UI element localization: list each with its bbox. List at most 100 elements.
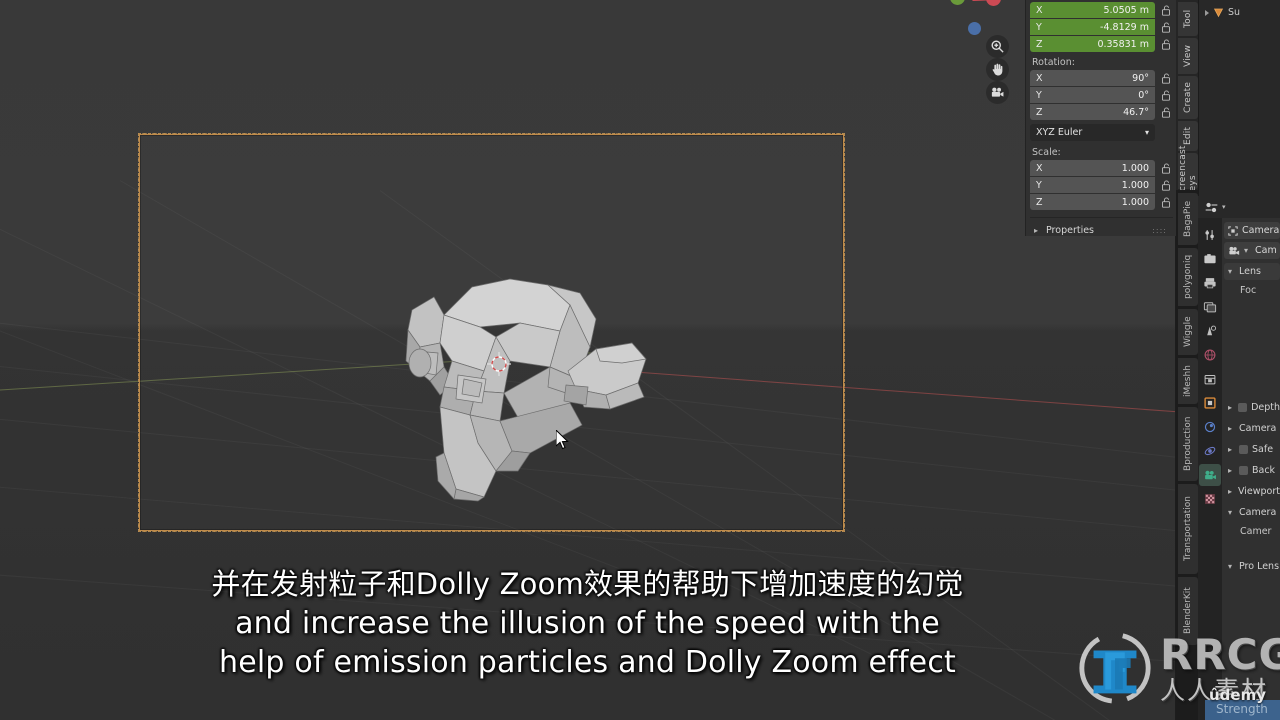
scale-row-y[interactable]: Y 1.000 — [1030, 177, 1173, 193]
sidebar-item-view[interactable]: View — [1178, 38, 1198, 74]
lock-open-icon[interactable] — [1158, 89, 1173, 101]
disclosure-triangle-icon[interactable] — [1205, 9, 1209, 16]
lock-open-icon[interactable] — [1158, 106, 1173, 118]
sidebar-item-tool[interactable]: Tool — [1178, 2, 1198, 36]
rotation-y-field[interactable]: Y 0° — [1030, 87, 1155, 103]
location-z-field[interactable]: Z 0.35831 m — [1030, 36, 1155, 52]
lock-open-icon[interactable] — [1158, 179, 1173, 191]
addon-tab-transportation[interactable]: Transportation — [1178, 484, 1198, 574]
output-tab[interactable] — [1199, 272, 1221, 294]
scale-fields[interactable]: X 1.000 Y 1.000 Z 1.000 — [1030, 160, 1173, 211]
location-row-y[interactable]: Y -4.8129 m — [1030, 19, 1173, 35]
rotation-z-field[interactable]: Z 46.7° — [1030, 104, 1155, 120]
rotation-row-y[interactable]: Y 0° — [1030, 87, 1173, 103]
section-safe-areas[interactable]: ▸ Safe — [1224, 441, 1280, 458]
view-layer-tab[interactable] — [1199, 296, 1221, 318]
gizmo-ball-y[interactable] — [950, 0, 965, 5]
depth-of-field-checkbox[interactable] — [1238, 403, 1248, 412]
tool-tab[interactable] — [1199, 224, 1221, 246]
scale-y-field[interactable]: Y 1.000 — [1030, 177, 1155, 193]
section-depth-of-field[interactable]: ▸ Depth — [1224, 399, 1280, 416]
lock-open-icon[interactable] — [1158, 21, 1173, 33]
object-data-tab[interactable] — [1199, 464, 1221, 486]
world-tab[interactable] — [1199, 344, 1221, 366]
camera-view-button[interactable] — [986, 81, 1009, 104]
rotation-x-field[interactable]: X 90° — [1030, 70, 1155, 86]
chevron-down-icon[interactable]: ▾ — [1244, 246, 1251, 255]
gizmo-ball-x[interactable] — [986, 0, 1001, 6]
chevron-right-icon: ▸ — [1034, 226, 1039, 235]
sidebar-item-screencast-keys[interactable]: Screencast Keys — [1178, 145, 1198, 197]
addon-tab-wiggle[interactable]: Wiggle — [1178, 309, 1198, 355]
addon-tab-bproduction[interactable]: Bproduction — [1178, 407, 1198, 481]
background-images-checkbox[interactable] — [1239, 466, 1248, 475]
addon-tab-polygoniq[interactable]: polygoniq — [1178, 248, 1198, 306]
texture-tab[interactable] — [1199, 488, 1221, 510]
lens-content-spacer — [1224, 299, 1280, 395]
addon-tab-bagapie[interactable]: BagaPie — [1178, 193, 1198, 245]
section-camera-2[interactable]: ▾ Camera — [1224, 504, 1280, 521]
lock-open-icon[interactable] — [1158, 196, 1173, 208]
addon-tab-imeshh[interactable]: iMeshh — [1178, 358, 1198, 404]
rotation-z-value: 46.7° — [1123, 106, 1149, 118]
chevron-right-icon: ▸ — [1228, 424, 1233, 433]
section-viewport-display[interactable]: ▸ Viewport — [1224, 483, 1280, 500]
lock-open-icon[interactable] — [1158, 38, 1173, 50]
editor-type-icon[interactable] — [1204, 201, 1219, 214]
camera-content-spacer — [1224, 540, 1280, 554]
mouse-pointer-icon — [555, 428, 570, 450]
breadcrumb-object-row[interactable]: Camera — [1224, 222, 1280, 239]
modifiers-tab[interactable] — [1199, 416, 1221, 438]
section-background-images[interactable]: ▸ Back — [1224, 462, 1280, 479]
rotation-mode-dropdown[interactable]: XYZ Euler ▾ — [1030, 124, 1155, 141]
zoom-button[interactable] — [986, 35, 1009, 58]
object-camera-icon — [1228, 225, 1238, 236]
object-tab[interactable] — [1199, 392, 1221, 414]
scale-y-value: 1.000 — [1121, 179, 1149, 191]
hand-icon — [992, 63, 1003, 76]
rotation-fields[interactable]: X 90° Y 0° Z 46.7° — [1030, 70, 1173, 121]
sidebar-item-create[interactable]: Create — [1178, 76, 1198, 119]
rotation-row-x[interactable]: X 90° — [1030, 70, 1173, 86]
location-row-z[interactable]: Z 0.35831 m — [1030, 36, 1173, 52]
lock-open-icon[interactable] — [1158, 162, 1173, 174]
sidebar-tab-strip[interactable]: Tool View Create Edit Screencast Keys — [1176, 0, 1198, 197]
outliner-row-suzanne[interactable]: Su — [1199, 4, 1280, 21]
scale-group-label: Scale: — [1032, 147, 1061, 158]
rotation-row-z[interactable]: Z 46.7° — [1030, 104, 1173, 120]
location-row-x[interactable]: X 5.0505 m — [1030, 2, 1173, 18]
chevron-down-icon[interactable]: ▾ — [1222, 203, 1226, 211]
scale-x-label: X — [1036, 162, 1043, 174]
physics-tab[interactable] — [1199, 440, 1221, 462]
section-lens[interactable]: ▾ Lens — [1224, 263, 1280, 280]
section-camera[interactable]: ▸ Camera — [1224, 420, 1280, 437]
sidebar-transform-panel[interactable]: X 5.0505 m Y -4.8129 m Z 0.35831 m Rotat… — [1025, 0, 1176, 236]
section-pro-lens[interactable]: ▾ Pro Lens — [1224, 558, 1280, 575]
gizmo-ball-z[interactable] — [968, 22, 981, 35]
render-tab[interactable] — [1199, 248, 1221, 270]
movie-camera-icon — [991, 87, 1004, 97]
camera-datablock-row[interactable]: ▾ Cam — [1224, 242, 1280, 259]
properties-section-header[interactable]: ▸ Properties :::: — [1030, 222, 1173, 239]
scale-x-field[interactable]: X 1.000 — [1030, 160, 1155, 176]
location-y-field[interactable]: Y -4.8129 m — [1030, 19, 1155, 35]
collection-tab[interactable] — [1199, 368, 1221, 390]
scale-row-z[interactable]: Z 1.000 — [1030, 194, 1173, 210]
scale-z-field[interactable]: Z 1.000 — [1030, 194, 1155, 210]
properties-editor-header[interactable]: ▾ — [1198, 196, 1280, 218]
lock-open-icon[interactable] — [1158, 72, 1173, 84]
lock-open-icon[interactable] — [1158, 4, 1173, 16]
safe-areas-checkbox[interactable] — [1239, 445, 1248, 454]
3d-viewport[interactable]: 并在发射粒子和Dolly Zoom效果的帮助下增加速度的幻觉 and incre… — [0, 0, 1175, 720]
suzanne-mesh-object[interactable] — [400, 275, 660, 505]
scene-tab[interactable] — [1199, 320, 1221, 342]
outliner-editor[interactable]: Su — [1198, 0, 1280, 196]
location-x-field[interactable]: X 5.0505 m — [1030, 2, 1155, 18]
drag-grip-icon[interactable]: :::: — [1152, 226, 1167, 235]
scale-row-x[interactable]: X 1.000 — [1030, 160, 1173, 176]
pan-button[interactable] — [986, 58, 1009, 81]
rotation-x-label: X — [1036, 72, 1043, 84]
location-fields[interactable]: X 5.0505 m Y -4.8129 m Z 0.35831 m — [1030, 2, 1173, 53]
rotation-mode-value: XYZ Euler — [1036, 127, 1083, 138]
camera-sub-label: Camer — [1240, 526, 1272, 537]
